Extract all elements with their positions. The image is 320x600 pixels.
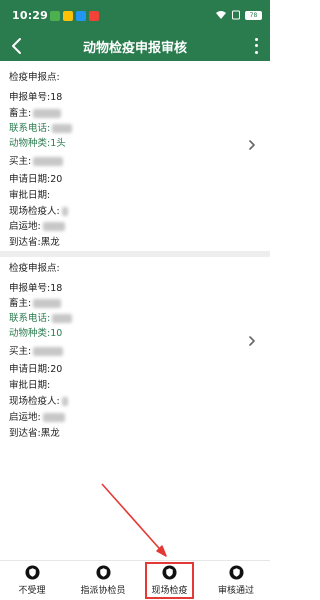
field-order-number: 申报单号:18 <box>9 92 63 103</box>
field-inspector: 现场检疫人: <box>9 393 68 407</box>
field-inspector: 现场检疫人: <box>9 203 68 217</box>
wifi-icon <box>216 11 226 19</box>
system-icons: 78 <box>215 10 262 20</box>
tab-label: 审核通过 <box>217 586 254 596</box>
field-origin: 启运地: <box>9 409 65 423</box>
field-animal-type: 动物种类:1头 <box>9 138 66 149</box>
chevron-right-icon[interactable] <box>246 139 258 151</box>
field-owner: 畜主: <box>9 105 62 119</box>
field-order-number: 申报单号:18 <box>9 283 63 294</box>
shield-icon <box>24 565 40 580</box>
app-notification-icon <box>63 11 73 21</box>
bottom-action-bar: 不受理 指派协检员 现场检疫 审核通过 <box>0 560 270 600</box>
app-header: 动物检疫申报审核 <box>0 31 270 61</box>
redacted-value <box>33 109 62 118</box>
menu-dot-icon <box>254 44 258 48</box>
redacted-value <box>61 207 68 216</box>
card-body: 检疫申报点: 申报单号:18 畜主: 联系电话: 动物种类:1头 买主: 申请日… <box>0 61 236 251</box>
field-destination: 到达省:黑龙 <box>9 237 60 248</box>
assign-assistant-button[interactable]: 指派协检员 <box>75 565 131 599</box>
field-apply-date: 申请日期:20 <box>9 364 63 375</box>
reject-button[interactable]: 不受理 <box>10 565 54 599</box>
redacted-value <box>33 347 64 356</box>
field-approve-date: 审批日期: <box>9 190 51 201</box>
more-menu-button[interactable] <box>250 36 262 56</box>
approve-button[interactable]: 审核通过 <box>214 565 258 599</box>
field-buyer: 买主: <box>9 153 64 167</box>
redacted-value <box>33 299 62 308</box>
menu-dot-icon <box>254 51 258 55</box>
redacted-value <box>52 124 73 133</box>
field-declaration-point: 检疫申报点: <box>9 263 60 274</box>
on-site-inspection-button[interactable]: 现场检疫 <box>147 565 192 599</box>
status-time: 10:29 <box>12 9 49 22</box>
shield-icon <box>228 565 244 580</box>
sim-icon <box>232 10 240 20</box>
application-list: 检疫申报点: 申报单号:18 畜主: 联系电话: 动物种类:1头 买主: 申请日… <box>0 61 270 560</box>
app-notification-icon <box>50 11 60 21</box>
list-spacer <box>0 447 270 560</box>
shield-icon <box>95 565 111 580</box>
status-bar: 10:29 78 <box>0 0 270 31</box>
card-body: 检疫申报点: 申报单号:18 畜主: 联系电话: 动物种类:10 买主: 申请日… <box>0 257 236 447</box>
field-declaration-point: 检疫申报点: <box>9 72 60 83</box>
field-owner: 畜主: <box>9 295 62 309</box>
field-destination: 到达省:黑龙 <box>9 428 60 439</box>
application-card[interactable]: 检疫申报点: 申报单号:18 畜主: 联系电话: 动物种类:1头 买主: 申请日… <box>0 61 270 251</box>
notification-icons <box>50 11 99 21</box>
menu-dot-icon <box>254 37 258 41</box>
chevron-right-icon[interactable] <box>246 335 258 347</box>
tab-label: 现场检疫 <box>151 586 188 596</box>
field-buyer: 买主: <box>9 343 64 357</box>
redacted-value <box>33 157 64 166</box>
field-origin: 启运地: <box>9 218 65 232</box>
page-title: 动物检疫申报审核 <box>82 41 187 56</box>
field-phone: 联系电话: <box>9 120 73 134</box>
redacted-value <box>61 397 68 406</box>
field-animal-type: 动物种类:10 <box>9 328 63 339</box>
tab-label: 指派协检员 <box>80 586 126 596</box>
redacted-value <box>42 413 65 422</box>
tab-label: 不受理 <box>18 586 46 596</box>
app-notification-icon <box>89 11 99 21</box>
field-approve-date: 审批日期: <box>9 380 51 391</box>
field-apply-date: 申请日期:20 <box>9 174 63 185</box>
shield-icon <box>162 565 177 580</box>
redacted-value <box>52 314 73 323</box>
battery-icon: 78 <box>245 10 262 20</box>
redacted-value <box>42 222 65 231</box>
field-phone: 联系电话: <box>9 310 73 324</box>
application-card[interactable]: 检疫申报点: 申报单号:18 畜主: 联系电话: 动物种类:10 买主: 申请日… <box>0 257 270 447</box>
app-notification-icon <box>76 11 86 21</box>
